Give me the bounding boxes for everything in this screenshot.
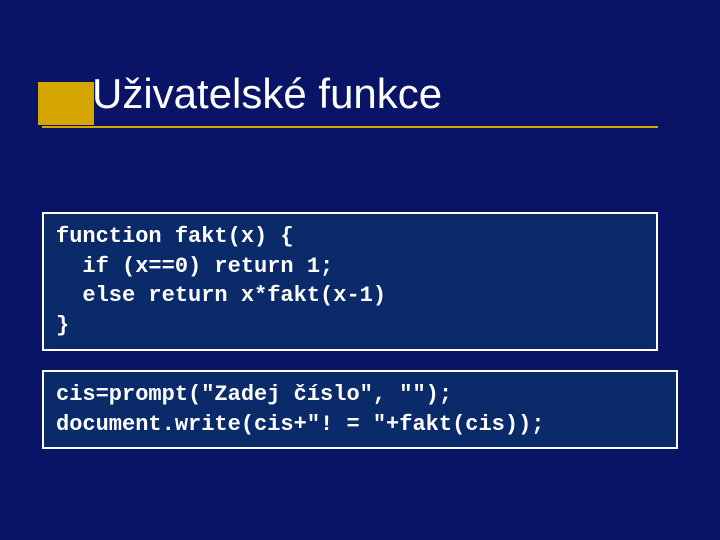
code-block-function-definition: function fakt(x) { if (x==0) return 1; e… <box>42 212 658 351</box>
title-accent <box>38 82 94 125</box>
title-underline <box>42 126 658 128</box>
code-block-function-usage: cis=prompt("Zadej číslo", ""); document.… <box>42 370 678 449</box>
slide-title: Uživatelské funkce <box>92 70 442 118</box>
